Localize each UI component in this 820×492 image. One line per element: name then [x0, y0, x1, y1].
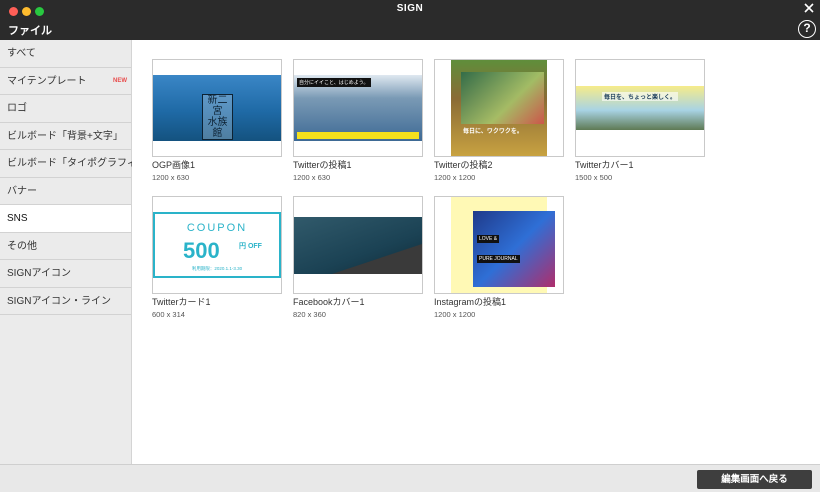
sidebar-item-sign-icon[interactable]: SIGNアイコン — [0, 260, 131, 288]
sidebar-item-billboard-bg-text[interactable]: ビルボード「背景+文字」 — [0, 123, 131, 150]
template-title: Facebookカバー1 — [293, 297, 365, 307]
thumbnail-image — [294, 217, 422, 274]
thumbnail-date: 利用期限：2020.1.1-3.30 — [191, 266, 243, 271]
template-size: 1200 x 630 — [152, 173, 190, 182]
template-card[interactable]: COUPON 500 円 OFF 利用期限：2020.1.1-3.30 Twit… — [152, 196, 282, 320]
sidebar-item-banner[interactable]: バナー — [0, 178, 131, 205]
thumbnail-text: COUPON — [186, 222, 248, 234]
bottom-bar: 編集画面へ戻る — [0, 464, 820, 492]
template-title: Instagramの投稿1 — [434, 297, 507, 307]
sidebar-item-other[interactable]: その他 — [0, 233, 131, 260]
thumbnail-text: 毎日を、ちょっと楽しく。 — [602, 92, 679, 101]
template-size: 1500 x 500 — [575, 173, 613, 182]
sidebar-item-label: SIGNアイコン・ライン — [7, 295, 111, 307]
template-title: Twitterの投稿1 — [293, 160, 352, 170]
sidebar-item-all[interactable]: すべて — [0, 40, 131, 68]
sidebar-item-label: マイテンプレート — [7, 75, 87, 87]
thumbnail-strip — [297, 132, 419, 139]
sidebar-item-label: すべて — [7, 48, 36, 59]
back-to-editor-button[interactable]: 編集画面へ戻る — [697, 470, 812, 489]
close-icon[interactable] — [802, 1, 816, 15]
menu-file[interactable]: ファイル — [8, 22, 52, 38]
thumbnail-photo — [461, 72, 544, 124]
title-bar: SIGN ファイル ? — [0, 0, 820, 40]
sidebar-item-label: バナー — [7, 185, 37, 197]
help-icon[interactable]: ? — [798, 20, 816, 38]
sidebar-item-label: ビルボード「背景+文字」 — [7, 130, 123, 142]
thumbnail-text: 自分にイイこと、はじめよう。 — [297, 78, 371, 87]
template-thumbnail[interactable]: 新二宮 水族館 — [152, 59, 282, 157]
thumbnail-text: LOVE & — [477, 235, 500, 243]
thumbnail-image: LOVE & PURE JOURNAL — [451, 197, 555, 293]
template-card[interactable]: 毎日を、ちょっと楽しく。 Twitterカバー1 1500 x 500 — [575, 59, 705, 183]
template-size: 1200 x 1200 — [434, 173, 476, 182]
sidebar-item-label: ビルボード「タイポグラフィ」 — [7, 158, 147, 169]
template-title: OGP画像1 — [152, 160, 196, 170]
template-card[interactable]: LOVE & PURE JOURNAL Instagramの投稿1 1200 x… — [434, 196, 564, 320]
thumbnail-photo — [473, 211, 555, 287]
thumbnail-text: 毎日に、ワクワクを。 — [463, 129, 523, 135]
thumbnail-image: 毎日に、ワクワクを。 — [451, 60, 547, 156]
sidebar-item-billboard-typography[interactable]: ビルボード「タイポグラフィ」 — [0, 150, 147, 178]
thumbnail-shape — [332, 244, 422, 274]
thumbnail-image: 毎日を、ちょっと楽しく。 — [576, 86, 704, 130]
template-size: 1200 x 1200 — [434, 310, 476, 319]
template-thumbnail[interactable]: COUPON 500 円 OFF 利用期限：2020.1.1-3.30 — [152, 196, 282, 294]
template-thumbnail[interactable]: 毎日に、ワクワクを。 — [434, 59, 564, 157]
sidebar-item-sign-icon-line[interactable]: SIGNアイコン・ライン — [0, 288, 131, 315]
template-size: 600 x 314 — [152, 310, 185, 319]
thumbnail-image: 新二宮 水族館 — [153, 75, 281, 141]
thumbnail-text: PURE JOURNAL — [477, 255, 520, 263]
template-card[interactable]: 新二宮 水族館 OGP画像1 1200 x 630 — [152, 59, 282, 183]
thumbnail-unit: 円 OFF — [239, 243, 262, 250]
sidebar-item-label: SNS — [7, 213, 28, 224]
sidebar-item-sns[interactable]: SNS — [0, 205, 131, 233]
template-grid: 新二宮 水族館 OGP画像1 1200 x 630 自分にイイこと、はじめよう。 … — [132, 40, 820, 464]
template-card[interactable]: Facebookカバー1 820 x 360 — [293, 196, 423, 320]
template-title: Twitterカード1 — [152, 297, 211, 307]
thumbnail-image: 自分にイイこと、はじめよう。 — [294, 75, 422, 141]
template-thumbnail[interactable]: LOVE & PURE JOURNAL — [434, 196, 564, 294]
thumbnail-amount: 500 — [183, 238, 220, 263]
template-card[interactable]: 毎日に、ワクワクを。 Twitterの投稿2 1200 x 1200 — [434, 59, 564, 183]
template-thumbnail[interactable]: 自分にイイこと、はじめよう。 — [293, 59, 423, 157]
sidebar-item-label: SIGNアイコン — [7, 268, 71, 279]
app-title: SIGN — [396, 3, 424, 14]
sidebar-item-label: ロゴ — [7, 103, 27, 114]
template-card[interactable]: 自分にイイこと、はじめよう。 Twitterの投稿1 1200 x 630 — [293, 59, 423, 183]
template-size: 1200 x 630 — [293, 173, 331, 182]
template-title: Twitterカバー1 — [575, 160, 634, 170]
template-title: Twitterの投稿2 — [434, 160, 493, 170]
template-thumbnail[interactable] — [293, 196, 423, 294]
category-sidebar: すべて マイテンプレート NEW ロゴ ビルボード「背景+文字」 ビルボード「タイ… — [0, 40, 147, 464]
sidebar-item-my-templates[interactable]: マイテンプレート NEW — [0, 68, 131, 95]
sidebar-item-label: その他 — [7, 240, 37, 252]
thumbnail-image: COUPON 500 円 OFF 利用期限：2020.1.1-3.30 — [153, 212, 281, 278]
sidebar-item-logo[interactable]: ロゴ — [0, 95, 131, 123]
template-thumbnail[interactable]: 毎日を、ちょっと楽しく。 — [575, 59, 705, 157]
template-size: 820 x 360 — [293, 310, 326, 319]
thumbnail-text: 新二宮 水族館 — [202, 94, 233, 140]
new-badge: NEW — [113, 77, 127, 84]
